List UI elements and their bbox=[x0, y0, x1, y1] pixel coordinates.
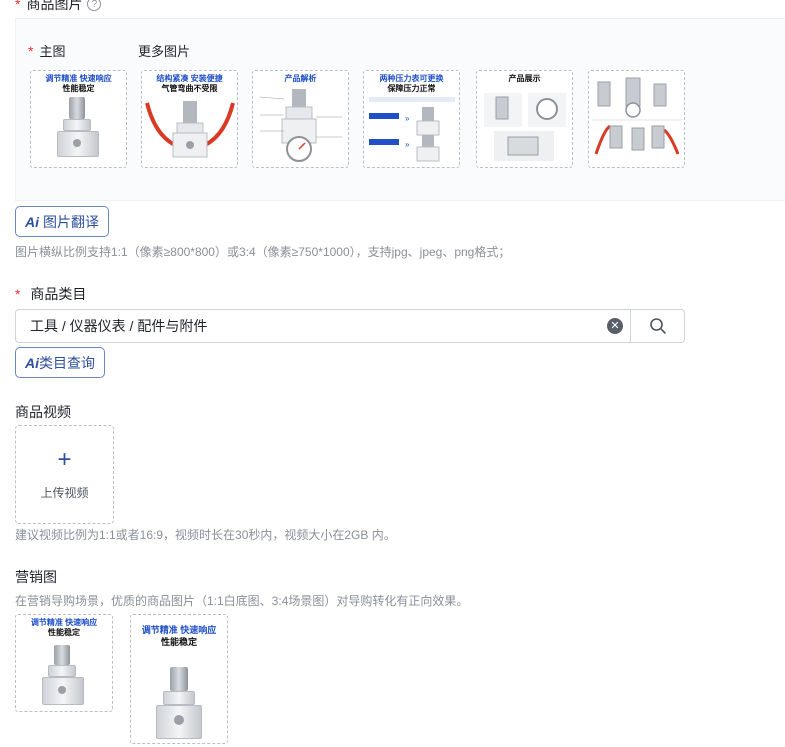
more-image-thumb-5[interactable] bbox=[588, 70, 685, 168]
ai-translate-label: 图片翻译 bbox=[43, 213, 99, 230]
ai-category-label: 类目查询 bbox=[39, 354, 95, 371]
ai-icon: Ai bbox=[25, 213, 39, 230]
required-mark: * bbox=[15, 286, 21, 302]
required-mark: * bbox=[15, 0, 21, 12]
image-format-hint: 图片横纵比例支持1:1（像素≥800*800）或3:4（像素≥750*1000）… bbox=[15, 245, 511, 259]
category-title: * 商品类目 bbox=[15, 286, 87, 302]
more-image-thumb-3[interactable]: 两种压力表可更换 保障压力正常 » » bbox=[363, 70, 460, 168]
marketing-title: 营销图 bbox=[15, 569, 57, 585]
help-icon[interactable]: ? bbox=[87, 0, 102, 11]
search-button[interactable] bbox=[630, 310, 684, 342]
video-title: 商品视频 bbox=[15, 404, 71, 420]
red-hose-image bbox=[145, 101, 235, 158]
product-group-image bbox=[592, 77, 682, 155]
marketing-image-portrait[interactable]: 调节精准 快速响应 性能稳定 bbox=[130, 614, 228, 744]
plus-icon: + bbox=[57, 446, 72, 473]
ai-category-query-button[interactable]: Ai 类目查询 bbox=[15, 347, 105, 378]
more-images-label: 更多图片 bbox=[138, 44, 191, 59]
video-upload-button[interactable]: + 上传视频 bbox=[15, 425, 114, 524]
more-image-thumb-4[interactable]: 产品展示 bbox=[476, 70, 573, 168]
main-image-thumb[interactable]: 调节精准 快速响应 性能稳定 bbox=[30, 70, 127, 168]
video-hint: 建议视频比例为1:1或者16:9，视频时长在30秒内，视频大小在2GB 内。 bbox=[15, 528, 396, 542]
upload-video-label: 上传视频 bbox=[40, 486, 89, 500]
category-selector[interactable]: 工具 / 仪器仪表 / 配件与附件 ✕ bbox=[15, 309, 685, 343]
ai-icon: Ai bbox=[25, 354, 39, 371]
gauge-options-image: » » bbox=[369, 97, 455, 162]
svg-text:»: » bbox=[405, 114, 410, 123]
svg-text:»: » bbox=[405, 140, 410, 149]
clear-icon[interactable]: ✕ bbox=[607, 318, 623, 334]
images-section-title: * 商品图片 ? bbox=[15, 0, 102, 14]
required-mark: * bbox=[28, 43, 34, 59]
marketing-image-square[interactable]: 调节精准 快速响应 性能稳定 bbox=[15, 614, 113, 712]
ai-image-translate-button[interactable]: Ai 图片翻译 bbox=[15, 206, 109, 237]
product-display-image bbox=[484, 93, 566, 161]
product-analysis-image bbox=[259, 89, 342, 162]
images-title-label: 商品图片 bbox=[26, 0, 83, 12]
main-image-label: * 主图 bbox=[28, 43, 66, 59]
marketing-hint: 在营销导购场景，优质的商品图片（1:1白底图、3:4场景图）对导购转化有正向效果… bbox=[15, 594, 469, 608]
search-icon bbox=[649, 318, 666, 334]
more-image-thumb-1[interactable]: 结构紧凑 安装便捷 气管弯曲不受限 bbox=[141, 70, 238, 168]
category-value: 工具 / 仪器仪表 / 配件与附件 bbox=[30, 318, 208, 334]
more-image-thumb-2[interactable]: 产品解析 bbox=[252, 70, 349, 168]
images-panel: * 主图 更多图片 调节精准 快速响应 性能稳定 结构紧凑 安装便捷 气管弯曲不受… bbox=[15, 18, 785, 201]
